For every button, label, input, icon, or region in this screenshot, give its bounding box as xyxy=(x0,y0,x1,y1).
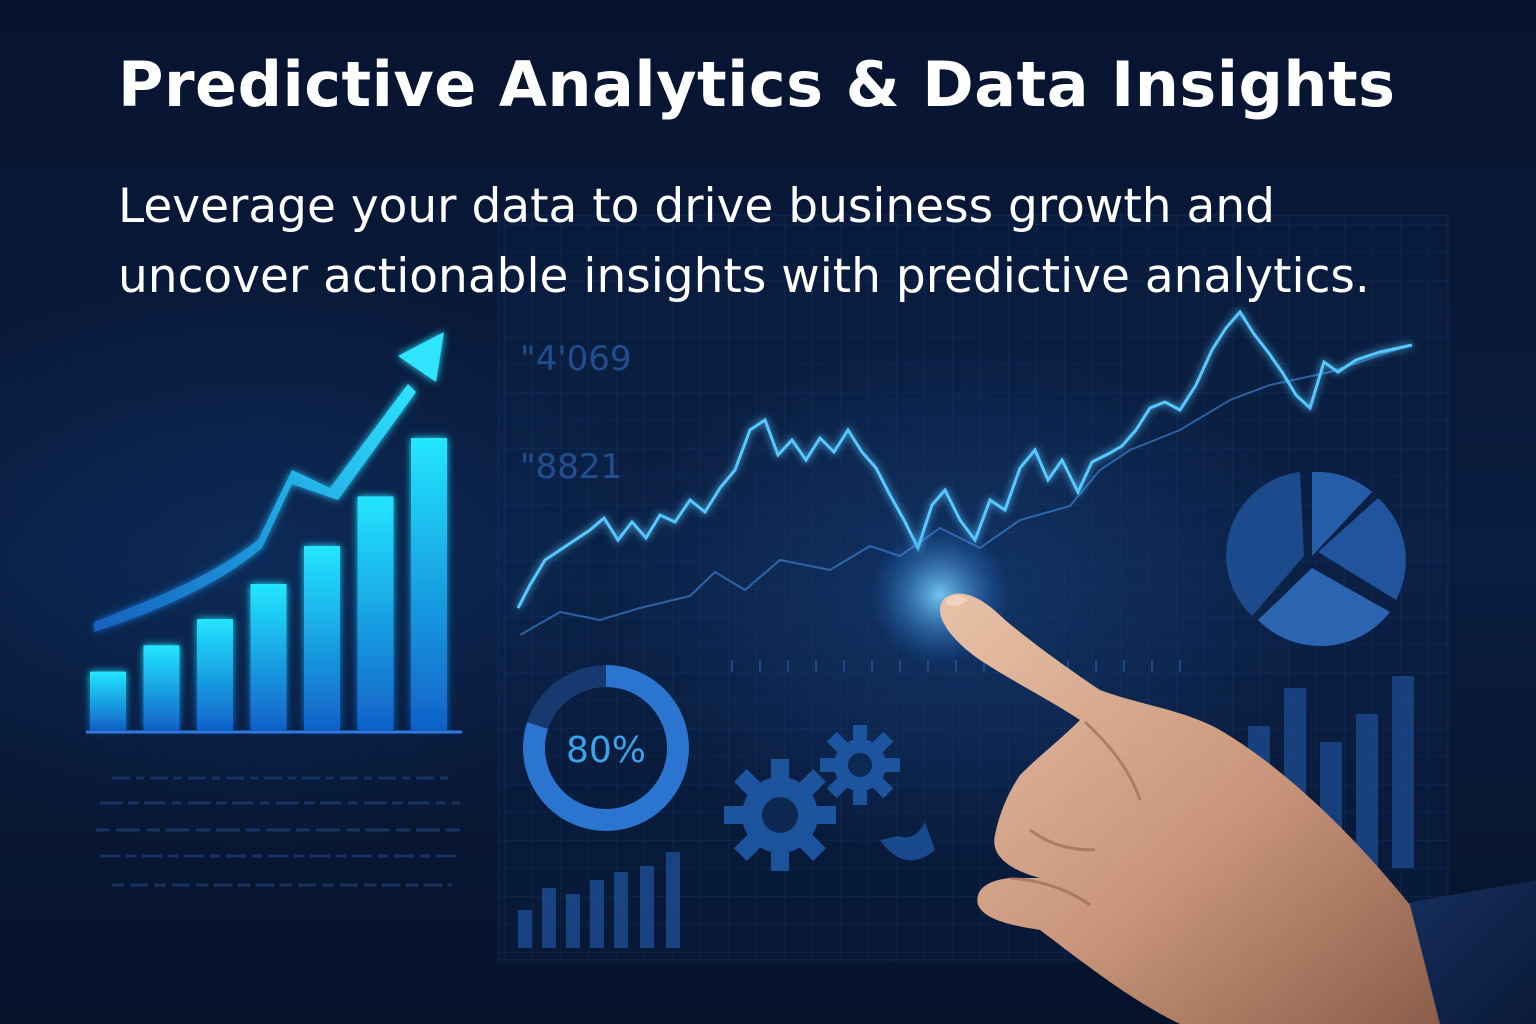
growth-bar-chart xyxy=(90,438,447,730)
subtitle-line-1: Leverage your data to drive business gro… xyxy=(118,179,1275,234)
readout-mid: "8821 xyxy=(520,447,622,487)
growth-bar xyxy=(411,438,447,730)
analytics-illustration: "4'069 "8821 80% xyxy=(86,214,1536,1024)
growth-bar xyxy=(197,619,233,730)
readout-top: "4'069 xyxy=(520,339,632,379)
growth-bar xyxy=(143,645,180,730)
growth-bar xyxy=(250,584,287,730)
page-subtitle: Leverage your data to drive business gro… xyxy=(118,172,1438,312)
growth-bar xyxy=(357,496,394,730)
decorative-text-lines xyxy=(96,776,466,887)
growth-bar xyxy=(304,546,340,730)
hero-banner: "4'069 "8821 80% Predictive Analytics & … xyxy=(0,0,1536,1024)
page-title: Predictive Analytics & Data Insights xyxy=(118,48,1396,121)
gauge-label: 80% xyxy=(566,730,646,771)
growth-bar xyxy=(90,671,126,730)
subtitle-line-2: uncover actionable insights with predict… xyxy=(118,249,1370,304)
